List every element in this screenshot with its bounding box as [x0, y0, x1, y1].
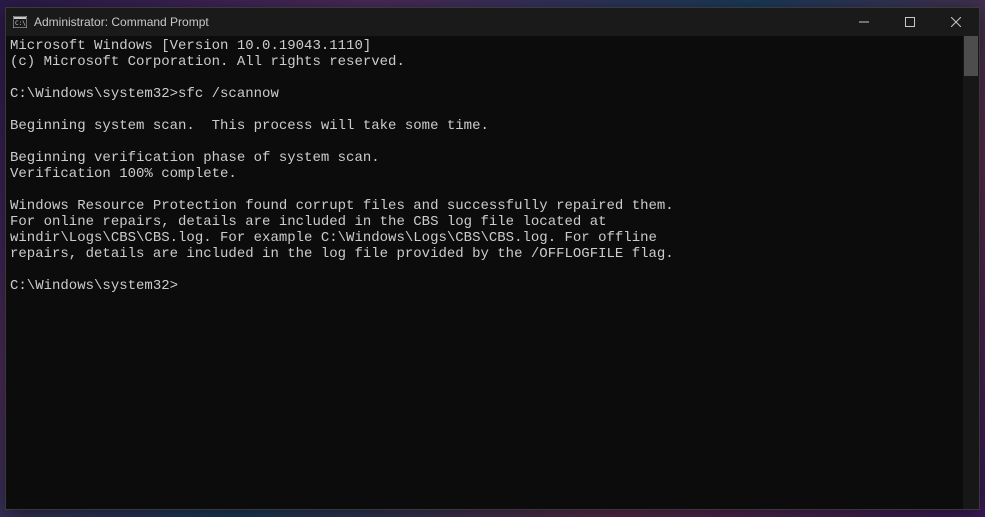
terminal-line [10, 70, 959, 86]
maximize-icon [905, 17, 915, 27]
terminal-line [10, 262, 959, 278]
maximize-button[interactable] [887, 8, 933, 36]
terminal-line: (c) Microsoft Corporation. All rights re… [10, 54, 959, 70]
minimize-icon [859, 17, 869, 27]
window-controls [841, 8, 979, 36]
terminal-line: Beginning verification phase of system s… [10, 150, 959, 166]
terminal-line: Windows Resource Protection found corrup… [10, 198, 959, 214]
minimize-button[interactable] [841, 8, 887, 36]
terminal-line [10, 102, 959, 118]
terminal-line: windir\Logs\CBS\CBS.log. For example C:\… [10, 230, 959, 246]
terminal-line: Beginning system scan. This process will… [10, 118, 959, 134]
terminal-line: For online repairs, details are included… [10, 214, 959, 230]
close-button[interactable] [933, 8, 979, 36]
terminal-output[interactable]: Microsoft Windows [Version 10.0.19043.11… [6, 36, 963, 509]
terminal-body: Microsoft Windows [Version 10.0.19043.11… [6, 36, 979, 509]
cmd-icon: C:\ [12, 14, 28, 30]
terminal-line: Microsoft Windows [Version 10.0.19043.11… [10, 38, 959, 54]
scrollbar-thumb[interactable] [964, 36, 978, 76]
window-title: Administrator: Command Prompt [34, 15, 841, 29]
svg-text:C:\: C:\ [15, 20, 26, 27]
terminal-line: C:\Windows\system32> [10, 278, 959, 294]
terminal-line: C:\Windows\system32>sfc /scannow [10, 86, 959, 102]
terminal-line [10, 134, 959, 150]
titlebar[interactable]: C:\ Administrator: Command Prompt [6, 8, 979, 36]
terminal-line [10, 182, 959, 198]
command-prompt-window: C:\ Administrator: Command Prompt [5, 7, 980, 510]
scrollbar[interactable] [963, 36, 979, 509]
close-icon [951, 17, 961, 27]
terminal-line: Verification 100% complete. [10, 166, 959, 182]
terminal-line: repairs, details are included in the log… [10, 246, 959, 262]
